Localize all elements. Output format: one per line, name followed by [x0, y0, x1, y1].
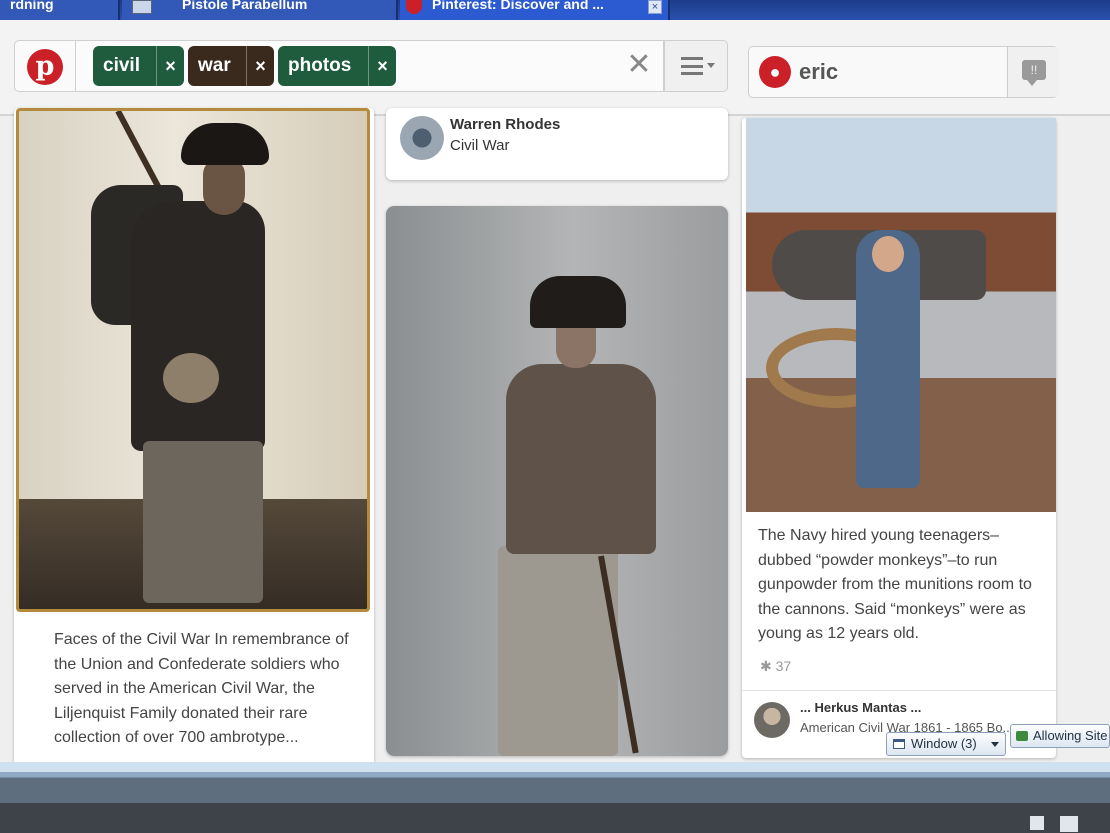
repin-count: ✱ 37 — [760, 658, 792, 674]
browser-tabstrip: rdning Pistole Parabellum Pinterest: Dis… — [0, 0, 1110, 22]
repin-icon: ✱ — [760, 658, 776, 674]
chip-label: war — [198, 55, 231, 76]
browser-tab-label: Pinterest: Discover and ... — [432, 0, 604, 12]
pin-description: The Navy hired young teenagers–dubbed “p… — [758, 527, 1032, 642]
remove-chip-icon[interactable]: × — [156, 46, 184, 86]
search-chip-war[interactable]: war × — [188, 46, 274, 86]
pin-card[interactable]: The Navy hired young teenagers–dubbed “p… — [742, 118, 1056, 758]
chevron-down-icon — [707, 63, 715, 68]
windows-icon[interactable] — [1060, 816, 1078, 832]
avatar[interactable] — [400, 116, 444, 160]
user-name: eric — [799, 59, 839, 84]
window-icon — [893, 739, 905, 749]
browser-tab-label: Pistole Parabellum — [182, 0, 308, 12]
notification-icon: !! — [1022, 60, 1046, 86]
pinterest-header: p civil × war × photos × ✕ ● eric !! — [0, 20, 1110, 116]
flag-icon[interactable] — [1030, 816, 1044, 830]
pin-description: Faces of the Civil War In remembrance of… — [54, 631, 349, 746]
chevron-down-icon — [991, 742, 999, 747]
pin-card[interactable] — [386, 206, 728, 756]
close-tab-icon[interactable]: × — [648, 0, 662, 14]
allow-icon — [1016, 731, 1028, 741]
allowing-site-label: Allowing Site — [1033, 728, 1108, 743]
window-dropdown-label: Window (3) — [911, 736, 977, 751]
os-taskbar — [0, 762, 1110, 833]
page-favicon-icon — [132, 0, 152, 14]
menu-button[interactable] — [664, 40, 728, 92]
remove-chip-icon[interactable]: × — [246, 46, 274, 86]
chip-label: civil — [103, 55, 140, 76]
pinner-name[interactable]: ... Herkus Mantas ... — [800, 700, 921, 715]
user-profile-button[interactable]: ● eric !! — [748, 46, 1059, 98]
board-name[interactable]: Civil War — [450, 137, 509, 154]
pin-image-powder-monkey[interactable] — [746, 118, 1056, 512]
user-pin-icon: ● — [759, 56, 791, 88]
pin-card[interactable]: Faces of the Civil War In remembrance of… — [14, 108, 374, 762]
menu-icon — [681, 57, 703, 75]
chip-label: photos — [288, 55, 352, 76]
avatar[interactable] — [754, 702, 790, 738]
clear-search-icon[interactable]: ✕ — [624, 50, 654, 80]
pinner-name[interactable]: Warren Rhodes — [450, 116, 560, 133]
notifications-button[interactable]: !! — [1007, 47, 1059, 97]
search-chip-civil[interactable]: civil × — [93, 46, 184, 86]
home-button[interactable]: p — [14, 40, 76, 92]
browser-tab-1[interactable]: rdning — [0, 0, 120, 20]
pinterest-favicon-icon — [406, 0, 422, 14]
window-dropdown[interactable]: Window (3) — [886, 732, 1006, 756]
search-input[interactable]: civil × war × photos × ✕ — [76, 40, 664, 92]
browser-viewport: p civil × war × photos × ✕ ● eric !! Fac… — [0, 20, 1110, 762]
search-chip-photos[interactable]: photos × — [278, 46, 396, 86]
pinterest-logo-icon: p — [27, 49, 63, 85]
allowing-site-button[interactable]: Allowing Site — [1010, 724, 1110, 748]
browser-tab-label: rdning — [10, 0, 54, 12]
pin-attribution[interactable]: Warren Rhodes Civil War — [386, 108, 728, 180]
remove-chip-icon[interactable]: × — [368, 46, 396, 86]
pin-image-soldier-cane[interactable] — [386, 206, 728, 756]
browser-tab-2[interactable]: Pistole Parabellum — [122, 0, 398, 20]
pin-image-soldier[interactable] — [16, 108, 370, 612]
divider — [742, 690, 1056, 691]
browser-tab-pinterest[interactable]: Pinterest: Discover and ... — [400, 0, 670, 20]
